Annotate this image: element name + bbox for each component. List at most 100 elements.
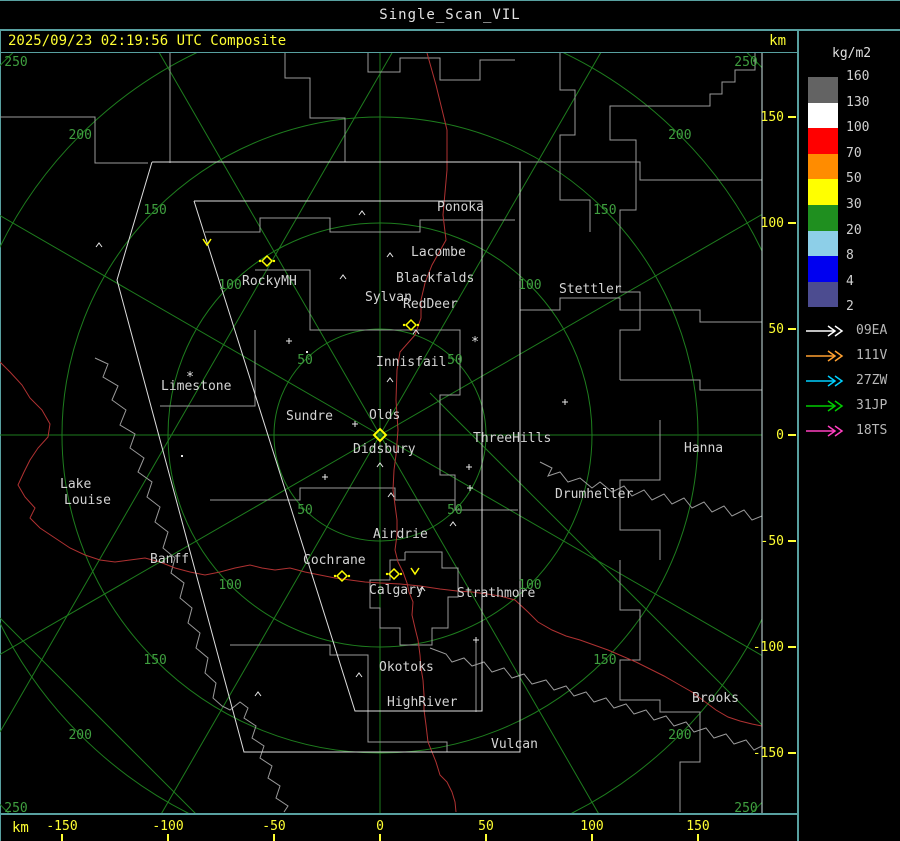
county-boundary — [94, 357, 289, 813]
city-label: Louise — [64, 493, 111, 508]
bottom-axis-label: -50 — [262, 819, 285, 834]
legend-level-label: 30 — [846, 197, 862, 212]
legend-swatch — [808, 281, 838, 308]
city-label: Drumheller — [555, 487, 633, 502]
right-axis-label: 0 — [776, 428, 784, 443]
county-boundary — [619, 560, 701, 812]
town-caret-marker — [386, 377, 394, 383]
track-arrow-icon — [806, 374, 844, 387]
city-label: Airdrie — [373, 527, 428, 542]
town-caret-marker — [355, 672, 363, 678]
track-legend-row: 111V — [804, 345, 888, 363]
legend-unit-label: kg/m2 — [832, 46, 872, 61]
ring-label: 250 — [4, 55, 27, 70]
storm-cell-dot — [416, 323, 420, 327]
ring-label: 250 — [4, 801, 27, 816]
legend-level-label: 100 — [846, 120, 870, 136]
ring-label: 200 — [68, 128, 91, 143]
county-boundary — [284, 53, 346, 162]
ring-label: 150 — [593, 203, 616, 218]
county-boundary — [160, 330, 256, 407]
ring-label: 150 — [593, 653, 616, 668]
ring-label: 200 — [68, 728, 91, 743]
city-label: Stettler — [559, 282, 622, 297]
legend-swatch — [808, 77, 838, 103]
track-legend-row: 09EA — [804, 320, 888, 338]
town-caret-marker — [358, 210, 366, 216]
city-label: Hanna — [684, 441, 723, 456]
city-label: Calgary — [369, 583, 424, 598]
right-axis-label: 150 — [761, 110, 784, 125]
bottom-axis-label: -150 — [46, 819, 77, 834]
city-label: Sundre — [286, 409, 333, 424]
legend-level-label: 70 — [846, 145, 862, 161]
legend-swatch — [808, 256, 838, 282]
track-arrow-icon — [806, 324, 844, 337]
city-label: Brooks — [692, 691, 739, 706]
city-label: Limestone — [161, 379, 232, 394]
county-boundary — [520, 297, 762, 323]
azimuth-spoke — [161, 434, 381, 813]
ring-label: 200 — [668, 128, 691, 143]
legend-swatch — [808, 205, 838, 231]
city-label: RedDeer — [403, 297, 458, 312]
city-label: Banff — [150, 552, 189, 567]
legend-level-label: 160 — [846, 69, 870, 84]
track-arrow-icon — [806, 424, 844, 437]
right-axis-label: -100 — [753, 640, 784, 655]
storm-cell-dot — [347, 574, 351, 578]
legend-swatch — [808, 179, 838, 205]
right-axis-label: -50 — [761, 534, 784, 549]
ring-label: 50 — [297, 353, 313, 368]
city-label: RockyMH — [242, 274, 297, 289]
track-legend-row: 31JP — [804, 395, 887, 413]
track-arrow-icon — [806, 399, 844, 412]
ring-label: 150 — [143, 203, 166, 218]
right-axis-label: 100 — [761, 216, 784, 231]
town-caret-marker — [449, 521, 457, 527]
track-id-label: 18TS — [856, 423, 888, 438]
legend-swatch — [808, 102, 838, 129]
legend-swatch — [808, 230, 838, 257]
track-legend-row: 18TS — [804, 420, 888, 438]
legend-level-label: 130 — [846, 94, 870, 110]
dot-marker — [306, 351, 308, 353]
storm-cell-diamond — [404, 318, 418, 332]
county-boundary — [520, 161, 762, 181]
city-label: ThreeHills — [473, 431, 551, 446]
ring-label: 200 — [668, 728, 691, 743]
storm-cell-dot — [399, 572, 403, 576]
legend-level-label: 2 — [846, 299, 854, 315]
legend-level-label: 4 — [846, 273, 854, 289]
city-label: Cochrane — [303, 553, 366, 568]
right-axis-label: -150 — [753, 746, 784, 761]
track-id-label: 111V — [856, 348, 888, 363]
town-caret-marker — [254, 691, 262, 697]
city-label: Ponoka — [437, 200, 484, 215]
city-label: Blackfalds — [396, 271, 474, 286]
storm-cell-dot — [333, 574, 337, 578]
track-id-label: 09EA — [856, 323, 888, 338]
bottom-axis-label: 50 — [478, 819, 494, 834]
city-label: HighRiver — [387, 695, 458, 710]
ring-label: 250 — [734, 55, 757, 70]
ring-label: 150 — [143, 653, 166, 668]
track-legend-row: 27ZW — [804, 370, 887, 388]
azimuth-spoke — [0, 434, 381, 655]
city-label: Lake — [60, 477, 91, 492]
bottom-axis-label: 100 — [580, 819, 603, 834]
ring-label: 50 — [447, 503, 463, 518]
star-marker: * — [186, 370, 194, 385]
legend-level-label: 8 — [846, 248, 854, 264]
star-marker: * — [471, 335, 479, 350]
legend-swatch — [808, 153, 838, 180]
city-label: Lacombe — [411, 245, 466, 260]
town-caret-marker — [95, 242, 103, 248]
right-axis-label: 50 — [768, 322, 784, 337]
legend-level-label: 20 — [846, 222, 862, 238]
ring-label: 50 — [297, 503, 313, 518]
county-boundary — [205, 217, 515, 233]
ring-label: 250 — [734, 801, 757, 816]
town-caret-marker — [339, 274, 347, 280]
legend-level-label: 50 — [846, 171, 862, 187]
